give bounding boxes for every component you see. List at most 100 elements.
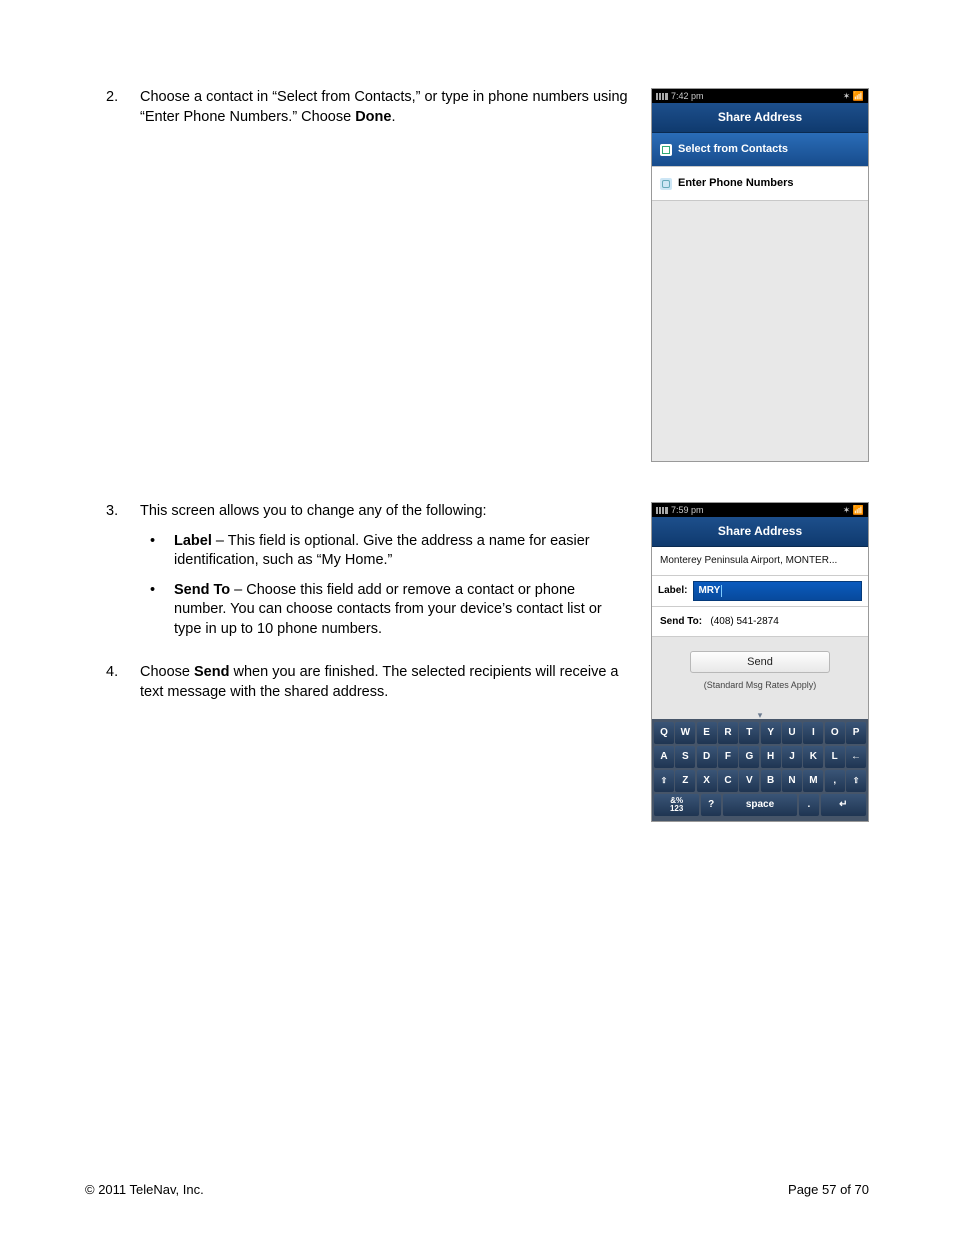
- key-b[interactable]: B: [761, 770, 781, 792]
- key-z[interactable]: Z: [675, 770, 695, 792]
- step-number: 2.: [106, 88, 140, 127]
- key-shift-right[interactable]: ⇧: [846, 770, 866, 792]
- key-r[interactable]: R: [718, 722, 738, 744]
- send-area: Send (Standard Msg Rates Apply): [652, 637, 868, 699]
- row-step2: 2. Choose a contact in “Select from Cont…: [106, 88, 869, 462]
- text-cursor: [721, 585, 722, 597]
- bullet-marker: •: [140, 532, 174, 571]
- key-period[interactable]: .: [799, 794, 820, 816]
- key-y[interactable]: Y: [761, 722, 781, 744]
- phone-icon: [660, 178, 672, 190]
- status-bar: 7:42 pm ✶ 📶: [652, 89, 868, 103]
- bullet-sendto-bold: Send To: [174, 582, 230, 598]
- bullet-sendto: • Send To – Choose this field add or rem…: [140, 581, 631, 640]
- step-body: This screen allows you to change any of …: [140, 502, 635, 649]
- key-l[interactable]: L: [825, 746, 845, 768]
- sendto-caption: Send To:: [660, 616, 702, 627]
- keyboard-handle[interactable]: [652, 699, 868, 719]
- menu-enter-phone[interactable]: Enter Phone Numbers: [652, 167, 868, 201]
- image-column: 7:42 pm ✶ 📶 Share Address Select from Co…: [651, 88, 869, 462]
- key-e[interactable]: E: [697, 722, 717, 744]
- key-s[interactable]: S: [675, 746, 695, 768]
- key-n[interactable]: N: [782, 770, 802, 792]
- status-bar: 7:59 pm ✶ 📶: [652, 503, 868, 517]
- key-m[interactable]: M: [803, 770, 823, 792]
- key-question[interactable]: ?: [701, 794, 722, 816]
- label-row: Label: MRY: [652, 576, 868, 607]
- key-row-2: A S D F G H J K L ←: [654, 746, 866, 768]
- keyboard: Q W E R T Y U I O P A S D: [652, 719, 868, 821]
- key-k[interactable]: K: [803, 746, 823, 768]
- step2-bold: Done: [355, 109, 391, 125]
- key-w[interactable]: W: [675, 722, 695, 744]
- title-bar: Share Address: [652, 103, 868, 133]
- key-symbols[interactable]: &%123: [654, 794, 699, 816]
- step-3: 3. This screen allows you to change any …: [106, 502, 635, 649]
- key-i[interactable]: I: [803, 722, 823, 744]
- step-2: 2. Choose a contact in “Select from Cont…: [106, 88, 635, 127]
- sendto-row[interactable]: Send To: (408) 541-2874: [652, 607, 868, 638]
- key-x[interactable]: X: [697, 770, 717, 792]
- key-g[interactable]: G: [739, 746, 759, 768]
- label-value: MRY: [698, 584, 720, 598]
- status-time: 7:42 pm: [671, 90, 704, 102]
- key-q[interactable]: Q: [654, 722, 674, 744]
- step-4: 4. Choose Send when you are finished. Th…: [106, 663, 635, 702]
- text-column: 3. This screen allows you to change any …: [106, 502, 651, 717]
- key-row-1: Q W E R T Y U I O P: [654, 722, 866, 744]
- status-time: 7:59 pm: [671, 504, 704, 516]
- step3-intro: This screen allows you to change any of …: [140, 503, 487, 519]
- key-row-4: &%123 ? space . ↵: [654, 794, 866, 816]
- sendto-value: (408) 541-2874: [710, 616, 778, 627]
- copyright: © 2011 TeleNav, Inc.: [85, 1182, 204, 1197]
- key-v[interactable]: V: [739, 770, 759, 792]
- phone-body-empty: [652, 201, 868, 461]
- key-p[interactable]: P: [846, 722, 866, 744]
- status-icons: ✶ 📶: [843, 504, 864, 516]
- key-enter[interactable]: ↵: [821, 794, 866, 816]
- menu-label: Select from Contacts: [678, 142, 788, 157]
- image-column: 7:59 pm ✶ 📶 Share Address Monterey Penin…: [651, 502, 869, 822]
- page-footer: © 2011 TeleNav, Inc. Page 57 of 70: [0, 1182, 954, 1197]
- key-u[interactable]: U: [782, 722, 802, 744]
- send-button[interactable]: Send: [690, 651, 830, 673]
- address-field[interactable]: Monterey Peninsula Airport, MONTER...: [652, 547, 868, 576]
- rates-note: (Standard Msg Rates Apply): [672, 679, 848, 691]
- phone-screenshot-2: 7:59 pm ✶ 📶 Share Address Monterey Penin…: [651, 502, 869, 822]
- key-d[interactable]: D: [697, 746, 717, 768]
- label-input[interactable]: MRY: [693, 581, 862, 601]
- key-f[interactable]: F: [718, 746, 738, 768]
- page-body: 2. Choose a contact in “Select from Cont…: [0, 0, 954, 822]
- bullet-marker: •: [140, 581, 174, 640]
- signal-icon: [656, 93, 668, 100]
- key-comma[interactable]: ,: [825, 770, 845, 792]
- key-backspace[interactable]: ←: [846, 746, 866, 768]
- menu-select-contacts[interactable]: Select from Contacts: [652, 133, 868, 167]
- status-icons: ✶ 📶: [843, 90, 864, 102]
- key-h[interactable]: H: [761, 746, 781, 768]
- key-o[interactable]: O: [825, 722, 845, 744]
- bullet-label-rest: – This field is optional. Give the addre…: [174, 533, 590, 569]
- step4-bold: Send: [194, 664, 229, 680]
- key-shift-left[interactable]: ⇧: [654, 770, 674, 792]
- step-body: Choose Send when you are finished. The s…: [140, 663, 635, 702]
- step2-text-b: .: [391, 109, 395, 125]
- title-bar: Share Address: [652, 517, 868, 547]
- row-step3: 3. This screen allows you to change any …: [106, 502, 869, 822]
- label-caption: Label:: [658, 584, 687, 598]
- key-c[interactable]: C: [718, 770, 738, 792]
- step-body: Choose a contact in “Select from Contact…: [140, 88, 635, 127]
- key-space[interactable]: space: [723, 794, 797, 816]
- bullet-label-bold: Label: [174, 533, 212, 549]
- menu-label: Enter Phone Numbers: [678, 176, 794, 191]
- key-row-3: ⇧ Z X C V B N M , ⇧: [654, 770, 866, 792]
- step4-text-a: Choose: [140, 664, 194, 680]
- key-j[interactable]: J: [782, 746, 802, 768]
- contacts-icon: [660, 144, 672, 156]
- key-a[interactable]: A: [654, 746, 674, 768]
- page-number: Page 57 of 70: [788, 1182, 869, 1197]
- step-number: 3.: [106, 502, 140, 649]
- key-t[interactable]: T: [739, 722, 759, 744]
- phone-screenshot-1: 7:42 pm ✶ 📶 Share Address Select from Co…: [651, 88, 869, 462]
- bullet-label: • Label – This field is optional. Give t…: [140, 532, 631, 571]
